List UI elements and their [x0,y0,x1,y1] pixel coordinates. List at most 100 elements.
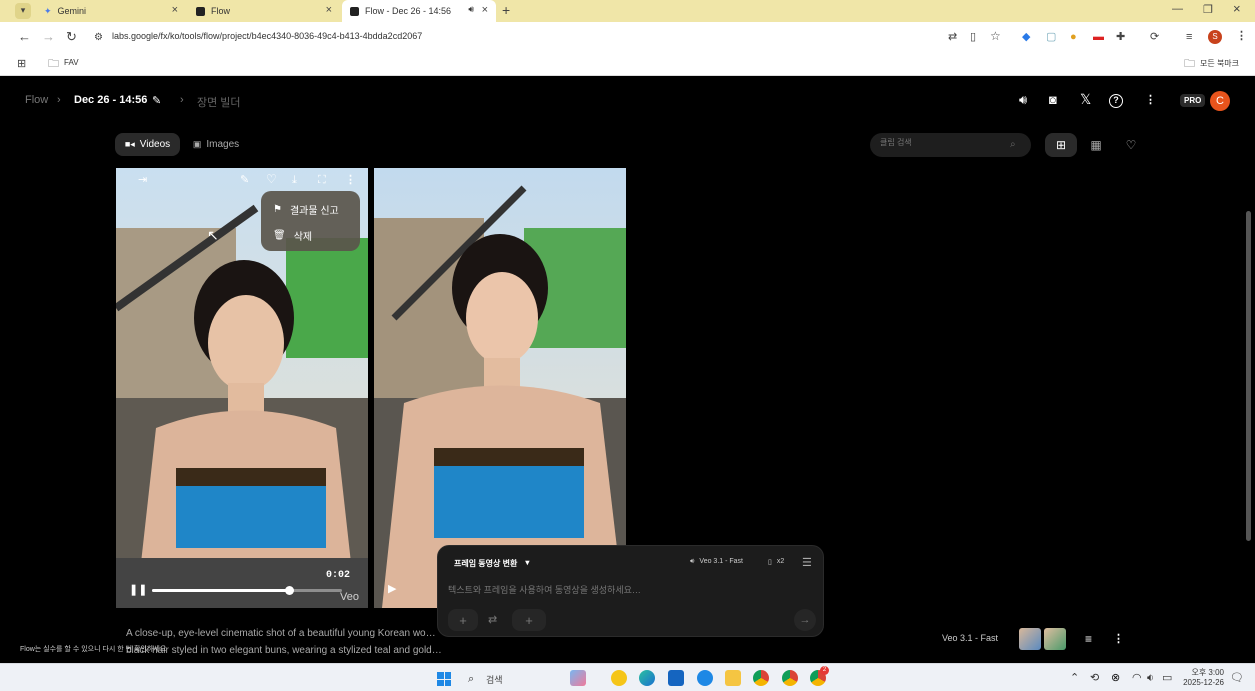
bookmark-folder-fav[interactable]: FAV [64,58,79,67]
scrollbar-thumb[interactable] [1246,211,1251,541]
more-vert-icon[interactable]: ⋮ [1145,93,1156,107]
restore-icon[interactable]: ❐ [1203,3,1213,17]
minimize-icon[interactable]: — [1172,2,1183,16]
swap-frames-icon[interactable]: ⇄ [488,613,497,627]
extension-icon[interactable]: ◆ [1022,30,1030,44]
tab-gemini[interactable]: ✦ Gemini × [36,0,186,22]
clip-search-box[interactable]: ⌕ [870,133,1031,157]
battery-icon[interactable]: ▭ [1162,671,1172,685]
speaker-icon[interactable]: 🔊︎ [468,4,474,15]
volume-icon[interactable]: 🔉︎ [1147,671,1154,685]
extension-icon[interactable]: ▢ [1046,30,1056,44]
download-icon[interactable]: ⤓ [292,173,297,187]
profile-avatar[interactable]: S [1208,30,1222,44]
sync-icon[interactable]: ⟲ [1090,671,1099,685]
all-bookmarks[interactable]: 모든 북마크 [1200,58,1239,69]
extension-icon[interactable]: ▬ [1093,30,1104,44]
breadcrumb-scene-builder[interactable]: 장면 빌더 [197,94,241,110]
clock-time[interactable]: 오후 3:00 [1190,667,1224,678]
app-icon[interactable] [697,670,713,686]
media-app-icon[interactable] [611,670,627,686]
close-tab-icon[interactable]: × [482,4,488,16]
add-to-scene-icon[interactable]: ⇥ [138,173,147,187]
context-menu: ⚑ 결과물 신고 🗑︎ 삭제 [261,191,360,251]
tab-flow-project[interactable]: Flow - Dec 26 - 14:56 🔊︎ × [342,0,496,22]
app-tray-icon[interactable]: ⊗ [1111,671,1120,685]
url-field[interactable]: labs.google/fx/ko/tools/flow/project/b4e… [112,31,422,41]
close-tab-icon[interactable]: × [326,4,332,16]
settings-sliders-icon[interactable]: ☰ [802,556,812,570]
chevron-right-icon: › [180,94,184,106]
site-info-icon[interactable]: ⚙ [94,31,103,45]
notification-icon[interactable]: 🗨︎ [1230,671,1244,685]
filter-videos-tab[interactable]: ■◂ Videos [115,133,180,156]
apps-grid-icon[interactable]: ⊞ [17,57,26,71]
translate-icon[interactable]: ⇄ [948,30,957,44]
chrome-icon[interactable] [753,670,769,686]
close-tab-icon[interactable]: × [172,4,178,16]
bookmark-star-icon[interactable]: ☆ [990,29,1001,43]
close-window-icon[interactable]: × [1233,2,1241,16]
play-icon[interactable]: ▶ [388,582,396,596]
search-icon[interactable]: ⌕ [1010,138,1016,152]
fullscreen-icon[interactable]: ⛶ [318,173,326,187]
tab-search-dropdown-icon[interactable]: ▾ [15,3,31,19]
clip-search-input[interactable] [880,138,1000,147]
x-twitter-icon[interactable]: 𝕏 [1080,92,1091,106]
store-icon[interactable] [668,670,684,686]
forward-icon[interactable]: → [42,30,55,44]
reload-icon[interactable]: ↻ [66,30,77,44]
grid-view-small-button[interactable]: ▦ [1082,133,1110,157]
discord-icon[interactable]: ◙ [1049,93,1057,107]
more-vert-icon[interactable]: ⋮ [345,173,356,187]
file-explorer-icon[interactable] [725,670,741,686]
flow-app: Flow › Dec 26 - 14:56 ✎ › 장면 빌더 🔊︎ ◙ 𝕏 ?… [0,76,1255,663]
edit-pencil-icon[interactable]: ✎ [152,94,161,108]
windows-start-icon[interactable] [437,672,451,686]
edit-icon[interactable]: ✎ [240,173,249,187]
clock-date[interactable]: 2025-12-26 [1180,678,1224,687]
grid-view-large-button[interactable]: ⊞ [1045,133,1077,157]
send-button[interactable]: → [794,609,816,631]
prompt-input[interactable]: 텍스트와 프레임을 사용하여 동영상을 생성하세요… [448,583,641,596]
output-count[interactable]: ▯ x2 [768,558,784,566]
delete-menu-item[interactable]: 🗑︎ 삭제 [273,228,312,243]
favorites-filter-button[interactable]: ♡ [1117,133,1145,157]
user-avatar[interactable]: C [1210,91,1230,111]
page-icon[interactable]: ▯ [970,30,976,44]
pause-icon[interactable]: ❚❚ [129,583,147,597]
extension-icon[interactable]: ⟳ [1150,30,1159,44]
breadcrumb-root[interactable]: Flow [25,94,48,106]
puzzle-icon[interactable]: ✚ [1116,30,1125,44]
folder-icon: 🗀 [1184,58,1195,70]
favorite-icon[interactable]: ♡ [266,172,277,186]
widgets-icon[interactable] [570,670,586,686]
seek-bar-thumb[interactable] [284,586,294,595]
volume-icon[interactable]: 🔊︎ [1019,93,1027,107]
timeline-icon[interactable]: ≡ [1085,632,1092,646]
back-icon[interactable]: ← [18,30,31,44]
wifi-icon[interactable]: ◠ [1132,671,1142,685]
scene-thumbnail[interactable] [1044,628,1066,650]
mode-dropdown[interactable]: 프레임 동영상 변환 ▾ [454,558,529,569]
chrome-icon[interactable] [782,670,798,686]
extension-icon[interactable]: ● [1070,30,1077,44]
model-selector[interactable]: 🔊︎ Veo 3.1 - Fast [690,558,743,566]
filter-images-tab[interactable]: ▣ Images [186,133,246,156]
tab-flow[interactable]: Flow × [188,0,340,22]
help-icon[interactable]: ? [1109,94,1123,108]
edge-icon[interactable] [639,670,655,686]
chevron-up-icon[interactable]: ⌃ [1070,671,1079,685]
search-icon[interactable]: ⌕ [468,672,474,686]
report-menu-item[interactable]: ⚑ 결과물 신고 [273,202,339,217]
scene-thumbnail[interactable] [1019,628,1041,650]
new-tab-icon[interactable]: + [502,3,510,17]
browser-menu-icon[interactable]: ⋮ [1236,29,1247,43]
video-card[interactable]: ▶ [374,168,626,608]
add-end-frame-button[interactable]: + [512,609,546,631]
taskbar-search-label[interactable]: 검색 [486,673,503,686]
chevron-right-icon: › [57,94,61,106]
media-control-icon[interactable]: ≡ [1186,30,1192,44]
seek-bar[interactable] [152,586,342,595]
more-vert-icon[interactable]: ⋮ [1113,632,1124,646]
